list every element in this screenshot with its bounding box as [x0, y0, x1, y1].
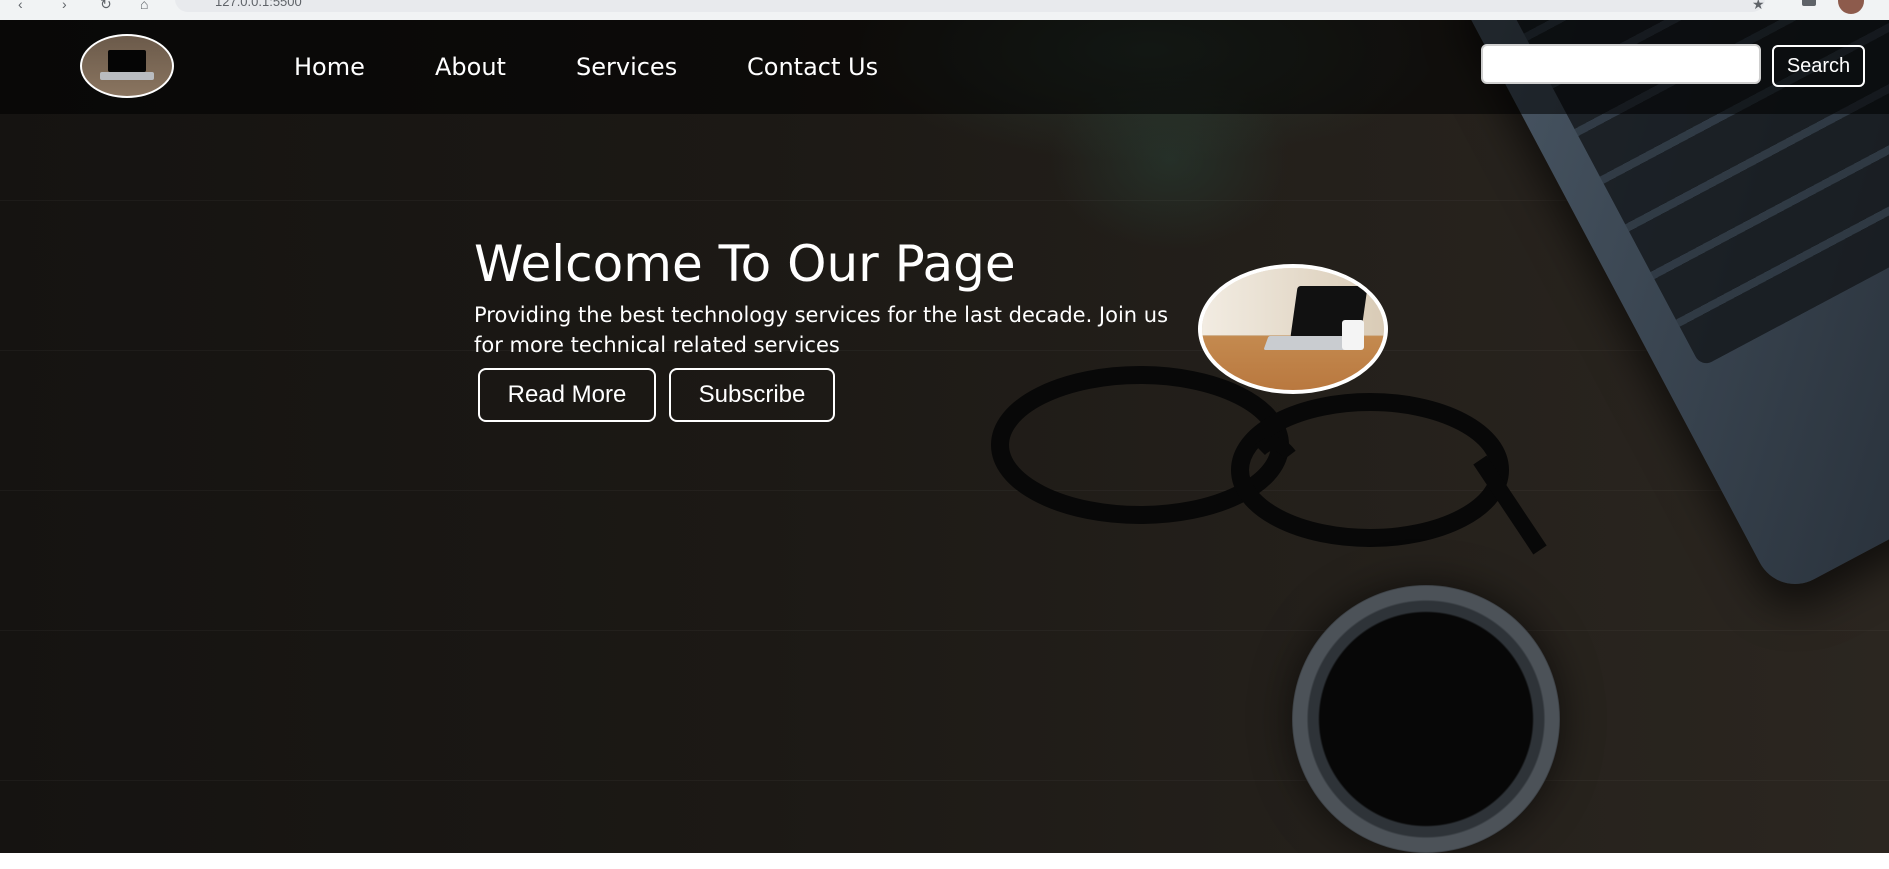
wood-grain-line: [0, 780, 1889, 781]
nav-link-about[interactable]: About: [435, 53, 506, 81]
search-input[interactable]: [1481, 44, 1761, 84]
background-coffee-cup-image: [1292, 585, 1560, 853]
profile-avatar[interactable]: [1838, 0, 1864, 14]
wood-grain-line: [0, 630, 1889, 631]
address-text: 127.0.0.1:5500: [215, 0, 302, 9]
nav-link-home[interactable]: Home: [294, 53, 365, 81]
read-more-button[interactable]: Read More: [478, 368, 656, 422]
extensions-icon[interactable]: [1802, 0, 1816, 6]
bookmark-star-icon[interactable]: ★: [1752, 0, 1765, 11]
nav-link-services[interactable]: Services: [576, 53, 677, 81]
home-icon[interactable]: ⌂: [140, 0, 148, 11]
reload-icon[interactable]: ↻: [100, 0, 112, 11]
back-icon[interactable]: ‹: [18, 0, 23, 11]
hero-image-mug: [1342, 320, 1364, 350]
hero-description: Providing the best technology services f…: [474, 303, 1169, 357]
hero-laptop-image: [1198, 264, 1388, 394]
logo-laptop-screen: [108, 50, 146, 72]
hero-title: Welcome To Our Page: [474, 235, 1016, 293]
site-logo[interactable]: [80, 34, 174, 98]
site-navbar: Home About Services Contact Us Search: [0, 20, 1889, 114]
search-button[interactable]: Search: [1772, 45, 1865, 87]
address-bar[interactable]: [175, 0, 1765, 12]
logo-laptop-base: [100, 72, 154, 80]
browser-toolbar: ‹ › ↻ ⌂ 127.0.0.1:5500 ★: [0, 0, 1889, 21]
forward-icon[interactable]: ›: [62, 0, 67, 11]
page-viewport: Home About Services Contact Us Search We…: [0, 20, 1889, 853]
nav-link-contact-us[interactable]: Contact Us: [747, 53, 878, 81]
wood-grain-line: [0, 490, 1889, 491]
subscribe-button[interactable]: Subscribe: [669, 368, 835, 422]
